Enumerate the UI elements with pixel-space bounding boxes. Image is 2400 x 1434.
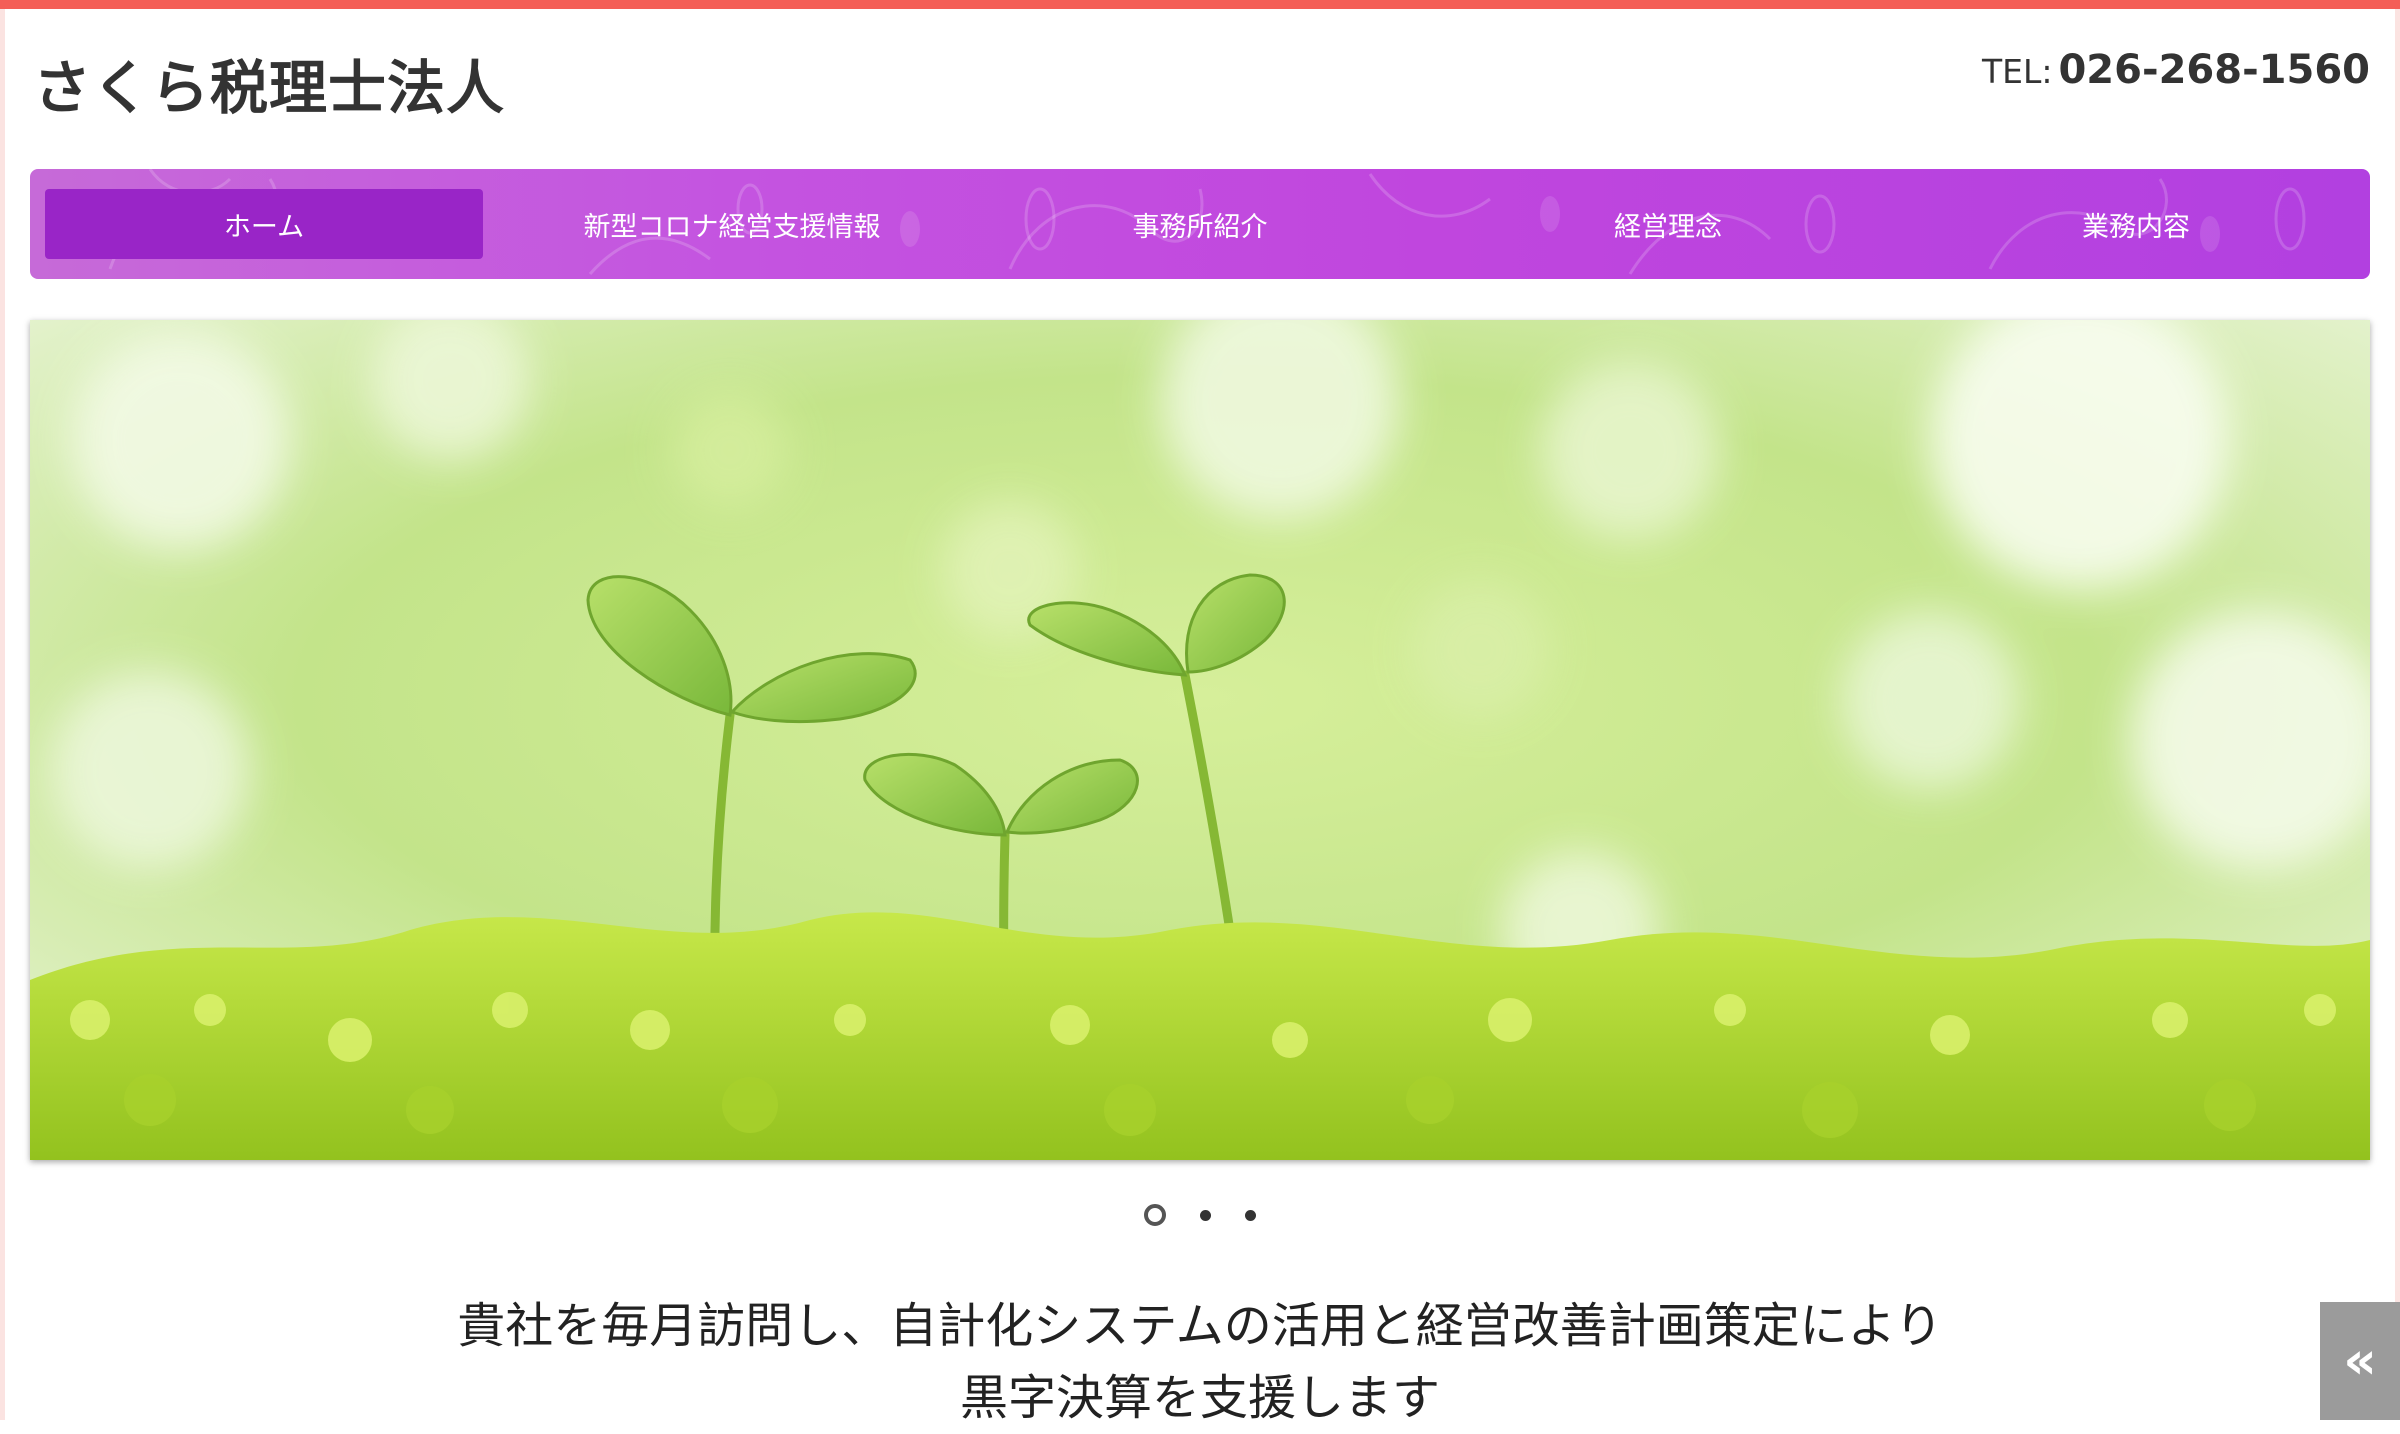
- tagline-line-1: 貴社を毎月訪問し、自計化システムの活用と経営改善計画策定により: [457, 1298, 1943, 1354]
- carousel-dot-2[interactable]: [1200, 1209, 1211, 1221]
- site-title[interactable]: さくら税理士法人: [33, 52, 505, 124]
- nav-item-covid-support[interactable]: 新型コロナ経営支援情報: [498, 169, 966, 279]
- main-tagline: 貴社を毎月訪問し、自計化システムの活用と経営改善計画策定により 黒字決算を支援し…: [0, 1290, 2400, 1434]
- tagline-line-2: 黒字決算を支援します: [959, 1370, 1440, 1426]
- top-accent-bar: [0, 0, 2400, 9]
- nav-item-label: 事務所紹介: [1132, 211, 1268, 243]
- carousel-pagination: [1130, 1200, 1270, 1230]
- carousel-dot-3[interactable]: [1245, 1209, 1256, 1221]
- carousel-dot-1[interactable]: [1144, 1204, 1166, 1226]
- main-navigation: ホーム 新型コロナ経営支援情報 事務所紹介 経営理念 業務内容: [30, 169, 2370, 279]
- tel-number[interactable]: 026-268-1560: [2058, 47, 2370, 93]
- tel-info: TEL: 026-268-1560: [1982, 46, 2370, 102]
- nav-item-label: 経営理念: [1614, 211, 1722, 243]
- back-to-top-button[interactable]: «: [2320, 1302, 2400, 1420]
- double-chevron-left-icon: «: [2343, 1331, 2377, 1391]
- nav-item-philosophy[interactable]: 経営理念: [1434, 169, 1902, 279]
- nav-item-label: 業務内容: [2082, 211, 2190, 243]
- page-border-left: [0, 9, 5, 1420]
- nav-items: ホーム 新型コロナ経営支援情報 事務所紹介 経営理念 業務内容: [30, 169, 2370, 279]
- nav-item-label: 新型コロナ経営支援情報: [583, 211, 881, 243]
- tel-label: TEL:: [1981, 52, 2053, 91]
- hero-slider[interactable]: [30, 320, 2370, 1160]
- hero-sprouts-image: [30, 320, 2370, 1160]
- nav-item-home[interactable]: ホーム: [30, 169, 498, 279]
- nav-item-office-intro[interactable]: 事務所紹介: [966, 169, 1434, 279]
- nav-item-label: ホーム: [223, 211, 305, 243]
- page-border-right: [2395, 9, 2400, 1420]
- nav-item-services[interactable]: 業務内容: [1902, 169, 2370, 279]
